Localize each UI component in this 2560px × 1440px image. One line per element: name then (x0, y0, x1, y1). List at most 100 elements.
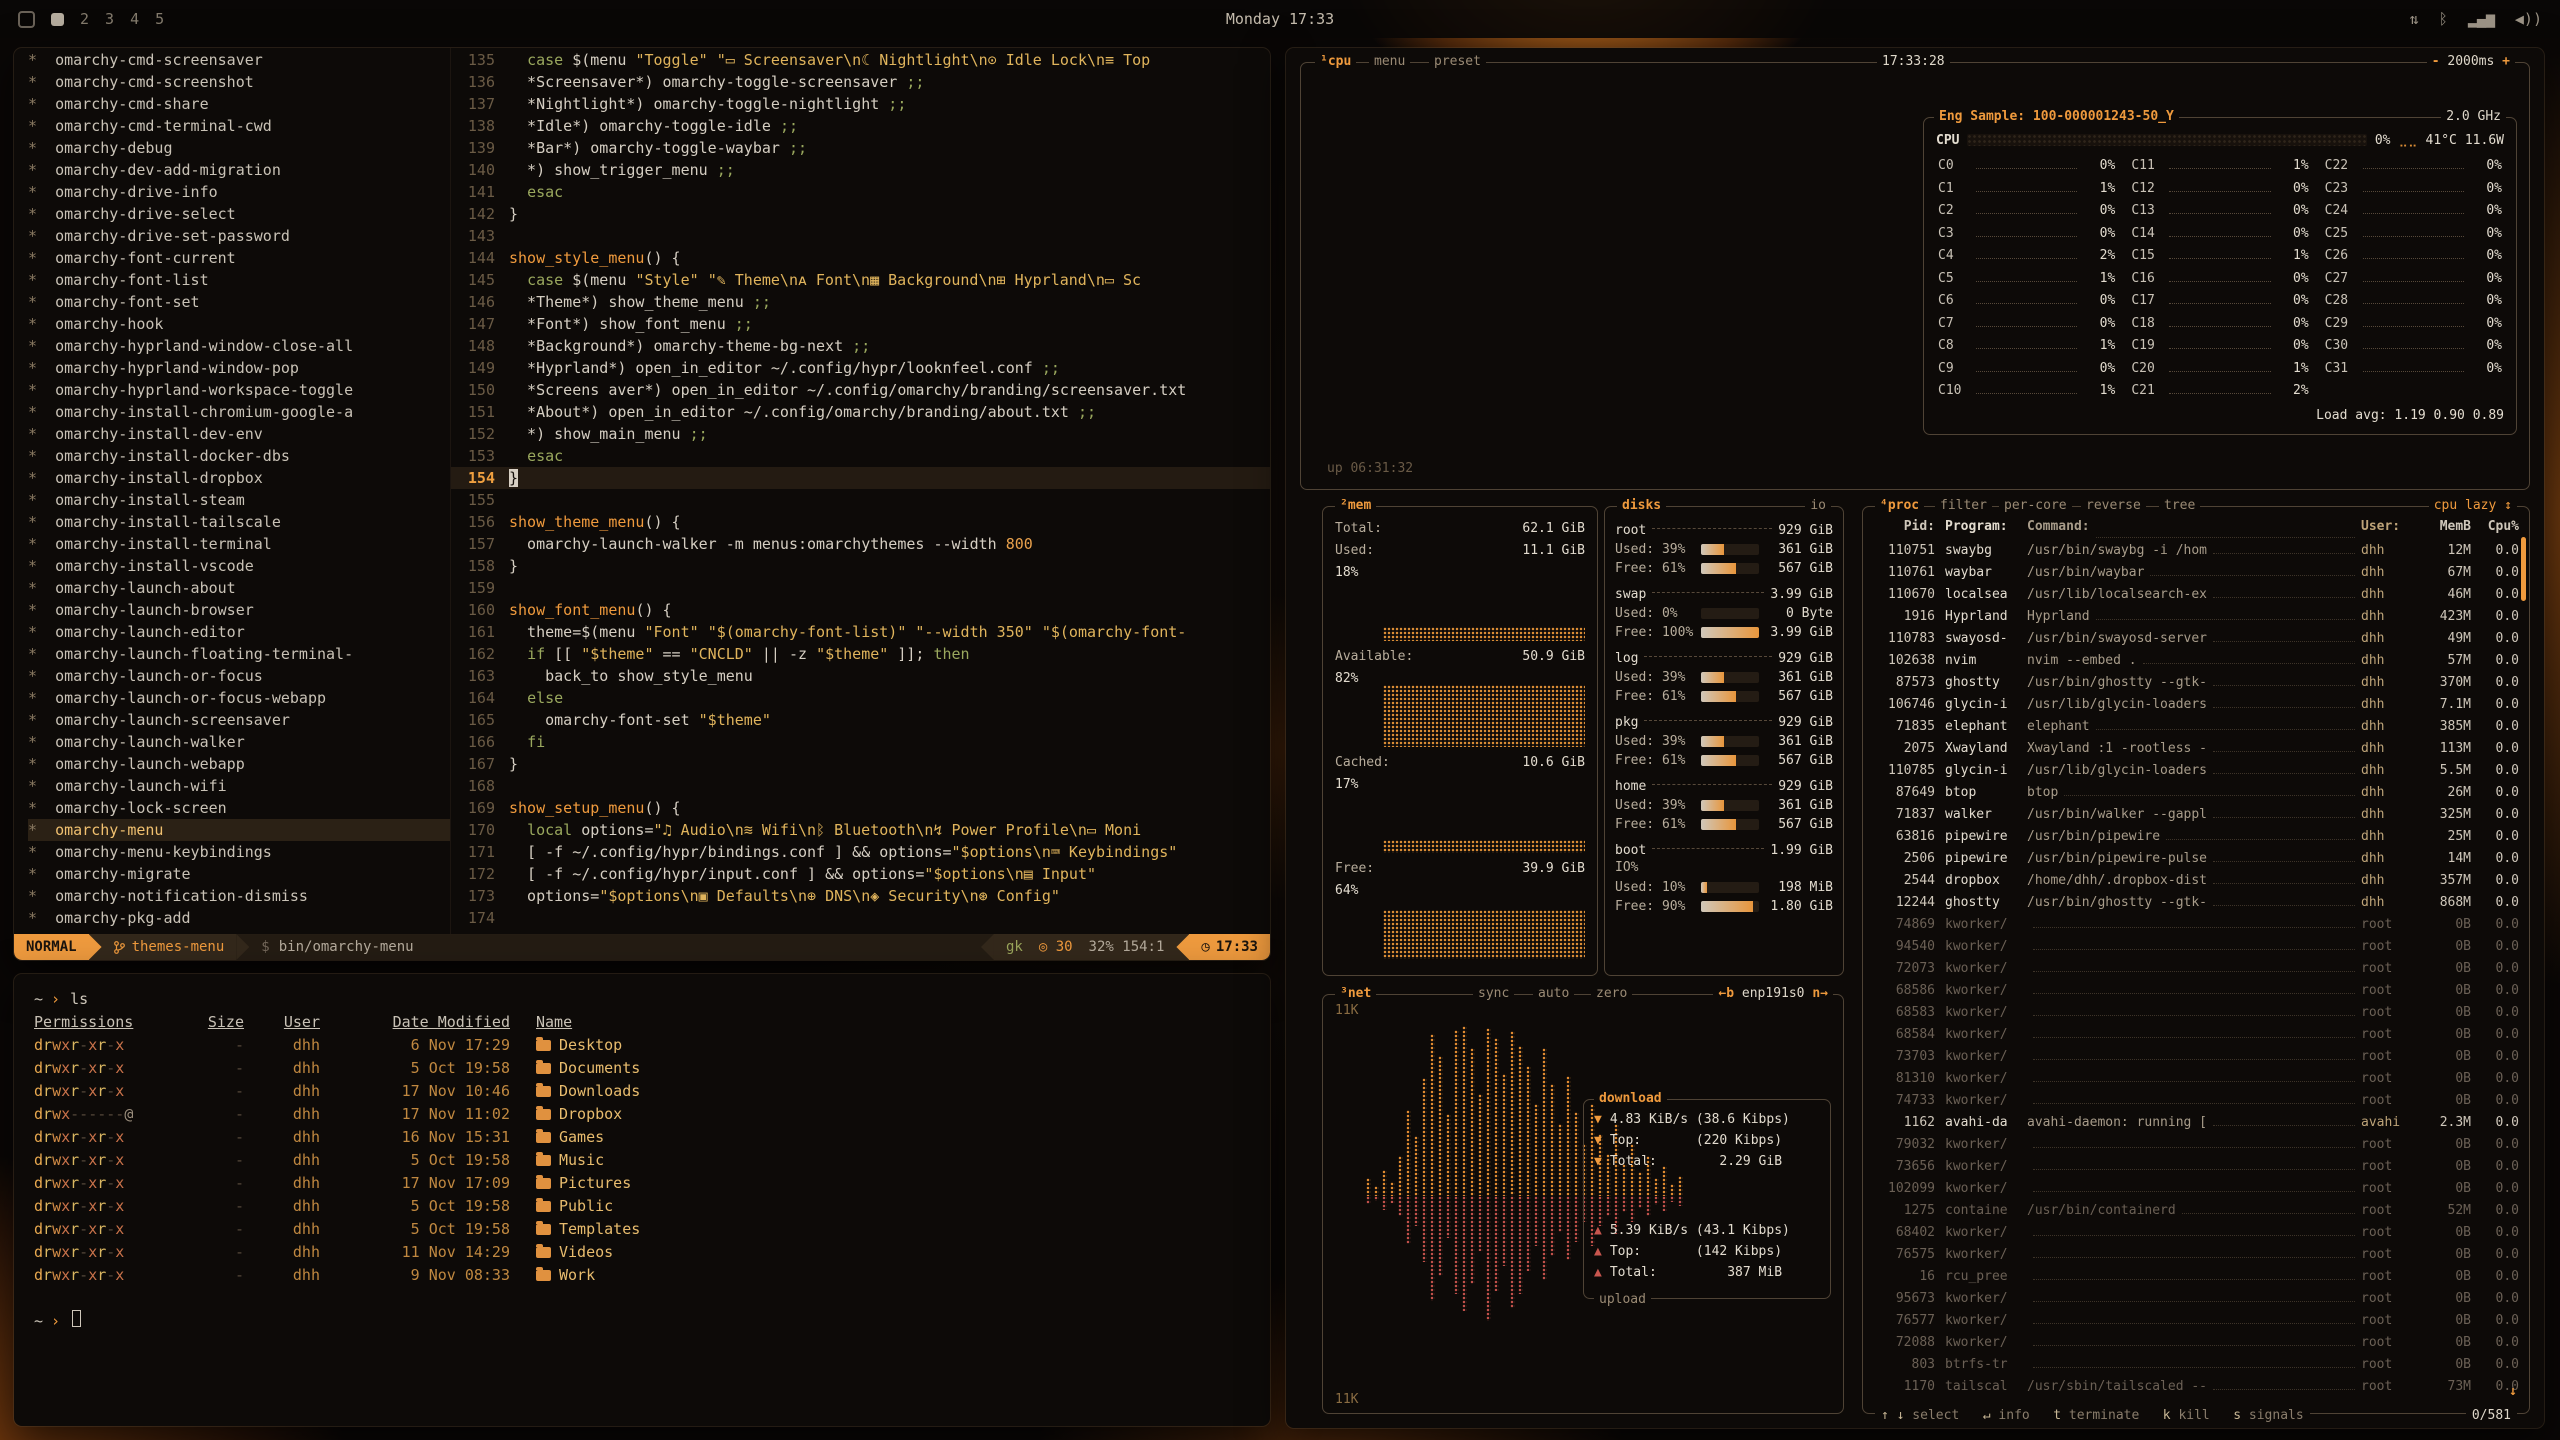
code-line[interactable]: 170 local options="♫ Audio\n≋ Wifi\nᛒ Bl… (451, 819, 1270, 841)
process-row[interactable]: 79032kworker/root0B0.0 (1873, 1137, 2519, 1159)
file-item[interactable]: * omarchy-launch-floating-terminal- (28, 643, 450, 665)
code-line[interactable]: 148 *Background*) omarchy-theme-bg-next … (451, 335, 1270, 357)
io-toggle[interactable]: io (1805, 498, 1831, 513)
process-row[interactable]: 73656kworker/root0B0.0 (1873, 1159, 2519, 1181)
process-row[interactable]: 94540kworker/root0B0.0 (1873, 939, 2519, 961)
code-line[interactable]: 169show_setup_menu() { (451, 797, 1270, 819)
process-row[interactable]: 1916HyprlandHyprlanddhh423M0.0 (1873, 609, 2519, 631)
process-row[interactable]: 76575kworker/root0B0.0 (1873, 1247, 2519, 1269)
file-item[interactable]: * omarchy-font-set (28, 291, 450, 313)
code-line[interactable]: 159 (451, 577, 1270, 599)
iface-next-button[interactable]: n→ (1812, 986, 1828, 1001)
process-row[interactable]: 102099kworker/root0B0.0 (1873, 1181, 2519, 1203)
file-item[interactable]: * omarchy-launch-screensaver (28, 709, 450, 731)
process-row[interactable]: 73703kworker/root0B0.0 (1873, 1049, 2519, 1071)
disks-box-title[interactable]: disks (1617, 498, 1666, 513)
process-row[interactable]: 803btrfs-trroot0B0.0 (1873, 1357, 2519, 1379)
workspace-active-icon[interactable] (51, 13, 64, 26)
code-line[interactable]: 149 *Hyprland*) open_in_editor ~/.config… (451, 357, 1270, 379)
ls-name[interactable]: Templates (510, 1218, 1250, 1241)
speaker-icon[interactable]: ◀)) (2515, 12, 2542, 27)
process-row[interactable]: 1162avahi-daavahi-daemon: running [avahi… (1873, 1115, 2519, 1137)
net-auto-tab[interactable]: auto (1533, 986, 1574, 1001)
code-line[interactable]: 153 esac (451, 445, 1270, 467)
process-row[interactable]: 1275containe/usr/bin/containerdroot52M0.… (1873, 1203, 2519, 1225)
code-line[interactable]: 156show_theme_menu() { (451, 511, 1270, 533)
proc-sort-control[interactable]: cpu lazy ↕ (2429, 498, 2517, 513)
net-sync-tab[interactable]: sync (1473, 986, 1514, 1001)
terminal-window[interactable]: ~ › ls PermissionsSizeUserDate ModifiedN… (14, 974, 1270, 1426)
ls-name[interactable]: Music (510, 1149, 1250, 1172)
net-interface[interactable]: ←b enp191s0 n→ (1713, 986, 1833, 1001)
swap-arrows-icon[interactable]: ⇅ (2410, 12, 2419, 27)
process-row[interactable]: 110785glycin-i/usr/lib/glycin-loadersdhh… (1873, 763, 2519, 785)
ls-name[interactable]: Games (510, 1126, 1250, 1149)
process-row[interactable]: 72073kworker/root0B0.0 (1873, 961, 2519, 983)
code-line[interactable]: 166 fi (451, 731, 1270, 753)
process-row[interactable]: 68586kworker/root0B0.0 (1873, 983, 2519, 1005)
proc-filter-tab[interactable]: filter (1935, 498, 1992, 513)
ls-name[interactable]: Work (510, 1264, 1250, 1287)
process-row[interactable]: 63816pipewire/usr/bin/pipewiredhh25M0.0 (1873, 829, 2519, 851)
code-line[interactable]: 173 options="$options\n▣ Defaults\n⊕ DNS… (451, 885, 1270, 907)
code-line[interactable]: 154} (451, 467, 1270, 489)
process-row[interactable]: 74869kworker/root0B0.0 (1873, 917, 2519, 939)
code-line[interactable]: 144show_style_menu() { (451, 247, 1270, 269)
code-line[interactable]: 158} (451, 555, 1270, 577)
code-line[interactable]: 137 *Nightlight*) omarchy-toggle-nightli… (451, 93, 1270, 115)
code-line[interactable]: 157 omarchy-launch-walker -m menus:omarc… (451, 533, 1270, 555)
file-item[interactable]: * omarchy-launch-or-focus (28, 665, 450, 687)
process-row[interactable]: 2075XwaylandXwayland :1 -rootless -dhh11… (1873, 741, 2519, 763)
workspace-3[interactable]: 3 (105, 10, 114, 28)
menu-tab[interactable]: menu (1369, 54, 1410, 69)
net-zero-tab[interactable]: zero (1591, 986, 1632, 1001)
process-box-title[interactable]: ⁴proc (1875, 498, 1924, 513)
code-line[interactable]: 152 *) show_main_menu ;; (451, 423, 1270, 445)
code-line[interactable]: 160show_font_menu() { (451, 599, 1270, 621)
code-line[interactable]: 147 *Font*) show_font_menu ;; (451, 313, 1270, 335)
code-line[interactable]: 164 else (451, 687, 1270, 709)
workspace-5[interactable]: 5 (155, 10, 164, 28)
ls-name[interactable]: Downloads (510, 1080, 1250, 1103)
process-row[interactable]: 2506pipewire/usr/bin/pipewire-pulsedhh14… (1873, 851, 2519, 873)
code-line[interactable]: 150 *Screens aver*) open_in_editor ~/.co… (451, 379, 1270, 401)
process-row[interactable]: 87573ghostty/usr/bin/ghostty --gtk-dhh37… (1873, 675, 2519, 697)
ls-name[interactable]: Desktop (510, 1034, 1250, 1057)
code-line[interactable]: 172 [ -f ~/.config/hypr/input.conf ] && … (451, 863, 1270, 885)
code-line[interactable]: 155 (451, 489, 1270, 511)
code-line[interactable]: 140 *) show_trigger_menu ;; (451, 159, 1270, 181)
file-item[interactable]: * omarchy-hyprland-workspace-toggle (28, 379, 450, 401)
code-line[interactable]: 146 *Theme*) show_theme_menu ;; (451, 291, 1270, 313)
file-item[interactable]: * omarchy-install-docker-dbs (28, 445, 450, 467)
file-item[interactable]: * omarchy-install-dev-env (28, 423, 450, 445)
workspace-2[interactable]: 2 (80, 10, 89, 28)
file-item[interactable]: * omarchy-install-steam (28, 489, 450, 511)
file-item[interactable]: * omarchy-launch-wifi (28, 775, 450, 797)
interval-plus-button[interactable]: + (2502, 54, 2510, 69)
code-line[interactable]: 142} (451, 203, 1270, 225)
proc-footer-keys[interactable]: ↑ ↓ select ↵ info t terminate k kill s s… (1875, 1408, 2310, 1423)
iface-prev-button[interactable]: ←b (1718, 986, 1734, 1001)
file-item[interactable]: * omarchy-menu (28, 819, 450, 841)
process-row[interactable]: 68583kworker/root0B0.0 (1873, 1005, 2519, 1027)
process-row[interactable]: 1170tailscal/usr/sbin/tailscaled --root7… (1873, 1379, 2519, 1401)
network-box-title[interactable]: ³net (1335, 986, 1376, 1001)
ls-name[interactable]: Videos (510, 1241, 1250, 1264)
process-row[interactable]: 72088kworker/root0B0.0 (1873, 1335, 2519, 1357)
file-item[interactable]: * omarchy-menu-keybindings (28, 841, 450, 863)
file-item[interactable]: * omarchy-font-list (28, 269, 450, 291)
scroll-down-icon[interactable]: ↓ (2509, 1384, 2517, 1399)
file-item[interactable]: * omarchy-launch-walker (28, 731, 450, 753)
file-item[interactable]: * omarchy-migrate (28, 863, 450, 885)
process-row[interactable]: 110761waybar/usr/bin/waybardhh67M0.0 (1873, 565, 2519, 587)
process-row[interactable]: 81310kworker/root0B0.0 (1873, 1071, 2519, 1093)
process-row[interactable]: 76577kworker/root0B0.0 (1873, 1313, 2519, 1335)
file-item[interactable]: * omarchy-notification-dismiss (28, 885, 450, 907)
process-row[interactable]: 110751swaybg/usr/bin/swaybg -i /homdhh12… (1873, 543, 2519, 565)
file-item[interactable]: * omarchy-launch-about (28, 577, 450, 599)
signal-bars-icon[interactable]: ▂▄▆ (2468, 12, 2495, 27)
code-line[interactable]: 168 (451, 775, 1270, 797)
process-table-header[interactable]: Pid:Program:Command:User:MemBCpu% (1873, 519, 2519, 543)
process-row[interactable]: 110783swayosd-/usr/bin/swayosd-serverdhh… (1873, 631, 2519, 653)
code-line[interactable]: 136 *Screensaver*) omarchy-toggle-screen… (451, 71, 1270, 93)
